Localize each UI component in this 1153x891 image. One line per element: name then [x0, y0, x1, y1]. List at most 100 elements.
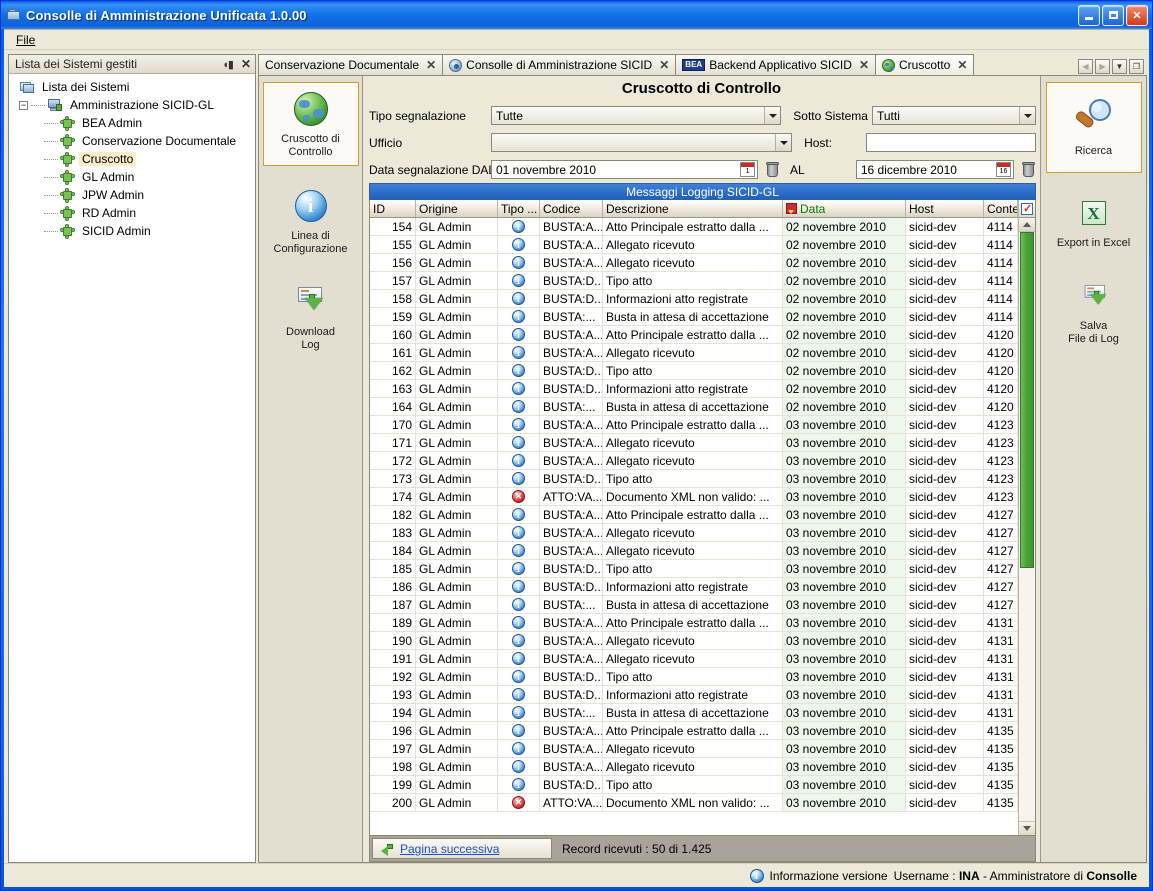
chevron-down-icon[interactable]: [775, 134, 792, 151]
tab-close-icon[interactable]: ✕: [659, 58, 669, 72]
grid-header-origine[interactable]: Origine: [416, 200, 498, 217]
tab-next-button[interactable]: ▶: [1095, 59, 1110, 74]
table-row[interactable]: 171 GL Admin i BUSTA:A... Allegato ricevuto 0…: [370, 434, 1018, 452]
table-row[interactable]: 187 GL Admin i BUSTA:... Busta in attesa di …: [370, 596, 1018, 614]
export-excel-button[interactable]: Export in Excel: [1046, 187, 1142, 256]
grid-header-tipo[interactable]: Tipo ...: [498, 200, 540, 217]
grid-header-host[interactable]: Host: [906, 200, 984, 217]
table-row[interactable]: 155 GL Admin i BUSTA:A... Allegato ricevuto 0…: [370, 236, 1018, 254]
grid-vertical-scrollbar[interactable]: [1018, 200, 1035, 835]
ricerca-button[interactable]: Ricerca: [1045, 82, 1142, 173]
expander-icon[interactable]: −: [19, 100, 28, 110]
auto-hide-pin-icon[interactable]: ◖▮: [222, 58, 234, 71]
table-row[interactable]: 161 GL Admin i BUSTA:A... Allegato ricevuto 0…: [370, 344, 1018, 362]
table-row[interactable]: 189 GL Admin i BUSTA:A... Atto Principale es…: [370, 614, 1018, 632]
tab-list-button[interactable]: ▼: [1112, 59, 1127, 74]
table-row[interactable]: 184 GL Admin i BUSTA:A... Allegato ricevuto 0…: [370, 542, 1018, 560]
data-dal-input[interactable]: 01 novembre 2010 1: [491, 160, 759, 179]
grid-header-data[interactable]: Data: [783, 200, 906, 217]
tree-item-sicid-admin[interactable]: SICID Admin: [13, 222, 255, 240]
table-cell-id: 173: [370, 470, 416, 487]
scroll-down-button[interactable]: [1019, 821, 1035, 835]
table-row[interactable]: 194 GL Admin i BUSTA:... Busta in attesa di …: [370, 704, 1018, 722]
tree-node-group[interactable]: − Amministrazione SICID-GL: [13, 96, 255, 114]
table-row[interactable]: 197 GL Admin i BUSTA:A... Allegato ricevuto 0…: [370, 740, 1018, 758]
tab-conservazione-documentale[interactable]: Conservazione Documentale ✕: [258, 54, 444, 75]
table-row[interactable]: 158 GL Admin i BUSTA:D... Informazioni atto …: [370, 290, 1018, 308]
chevron-down-icon[interactable]: [764, 107, 781, 124]
table-row[interactable]: 190 GL Admin i BUSTA:A... Allegato ricevuto 0…: [370, 632, 1018, 650]
grid-header-contesto[interactable]: Contesto: [984, 200, 1018, 217]
info-icon[interactable]: i: [749, 868, 764, 883]
tab-consolle-amministrazione-sicid[interactable]: Consolle di Amministrazione SICID ✕: [442, 54, 677, 75]
tree-item-bea-admin[interactable]: BEA Admin: [13, 114, 255, 132]
tree-item-conservazione-documentale[interactable]: Conservazione Documentale: [13, 132, 255, 150]
table-row[interactable]: 156 GL Admin i BUSTA:A... Allegato ricevuto 0…: [370, 254, 1018, 272]
table-row[interactable]: 160 GL Admin i BUSTA:A... Atto Principale es…: [370, 326, 1018, 344]
chevron-down-icon[interactable]: [1019, 107, 1035, 124]
grid-header-id[interactable]: ID: [370, 200, 416, 217]
tab-backend-applicativo-sicid[interactable]: BEA Backend Applicativo SICID ✕: [675, 54, 876, 75]
tab-restore-button[interactable]: ❐: [1129, 59, 1144, 74]
minimize-button[interactable]: [1078, 4, 1100, 26]
tipo-segnalazione-select[interactable]: Tutte: [491, 106, 782, 125]
calendar-icon[interactable]: 1: [740, 162, 756, 177]
column-chooser-icon[interactable]: [1019, 200, 1035, 218]
salva-file-log-button[interactable]: Salva File di Log: [1046, 270, 1142, 352]
sidebar-item-linea-di-configurazione[interactable]: i Linea di Configurazione: [263, 180, 359, 262]
sotto-sistema-select[interactable]: Tutti: [871, 106, 1036, 125]
ufficio-select[interactable]: [491, 133, 793, 152]
version-info-label[interactable]: Informazione versione: [770, 869, 888, 883]
tree-item-rd-admin[interactable]: RD Admin: [13, 204, 255, 222]
table-row[interactable]: 199 GL Admin i BUSTA:D... Tipo atto 03 novemb…: [370, 776, 1018, 794]
tree-item-gl-admin[interactable]: GL Admin: [13, 168, 255, 186]
tab-prev-button[interactable]: ◀: [1078, 59, 1093, 74]
maximize-button[interactable]: [1102, 4, 1124, 26]
tree-node-root[interactable]: Lista dei Sistemi: [13, 78, 255, 96]
next-page-button[interactable]: Pagina successiva: [372, 838, 552, 859]
tab-close-icon[interactable]: ✕: [426, 58, 436, 72]
sidebar-item-cruscotto-di-controllo[interactable]: Cruscotto di Controllo: [262, 82, 359, 166]
table-row[interactable]: 191 GL Admin i BUSTA:A... Allegato ricevuto 0…: [370, 650, 1018, 668]
data-al-input[interactable]: 16 dicembre 2010 16: [855, 160, 1014, 179]
table-row[interactable]: 154 GL Admin i BUSTA:A... Atto Principale es…: [370, 218, 1018, 236]
table-row[interactable]: 164 GL Admin i BUSTA:... Busta in attesa di …: [370, 398, 1018, 416]
table-row[interactable]: 172 GL Admin i BUSTA:A... Allegato ricevuto 0…: [370, 452, 1018, 470]
clear-data-dal-icon[interactable]: [765, 161, 780, 178]
table-row[interactable]: 159 GL Admin i BUSTA:... Busta in attesa di …: [370, 308, 1018, 326]
tree-item-cruscotto[interactable]: Cruscotto: [13, 150, 255, 168]
table-row[interactable]: 196 GL Admin i BUSTA:A... Atto Principale es…: [370, 722, 1018, 740]
menu-item-file[interactable]: File: [12, 32, 39, 48]
table-row[interactable]: 173 GL Admin i BUSTA:D... Tipo atto 03 novemb…: [370, 470, 1018, 488]
table-row[interactable]: 186 GL Admin i BUSTA:D... Informazioni atto …: [370, 578, 1018, 596]
tab-close-icon[interactable]: ✕: [859, 58, 869, 72]
scroll-thumb[interactable]: [1020, 232, 1034, 568]
close-icon[interactable]: ✕: [241, 57, 251, 71]
host-input[interactable]: [865, 133, 1037, 152]
calendar-icon[interactable]: 16: [995, 162, 1011, 177]
tree-item-jpw-admin[interactable]: JPW Admin: [13, 186, 255, 204]
table-row[interactable]: 162 GL Admin i BUSTA:D... Tipo atto 02 novemb…: [370, 362, 1018, 380]
table-row[interactable]: 174 GL Admin ✕ ATTO:VA... Documento XML non …: [370, 488, 1018, 506]
table-row[interactable]: 192 GL Admin i BUSTA:D... Tipo atto 03 novemb…: [370, 668, 1018, 686]
tab-close-icon[interactable]: ✕: [957, 58, 967, 72]
sidebar-item-download-log[interactable]: Download Log: [263, 276, 359, 358]
table-cell-host: sicid-dev: [906, 470, 984, 487]
table-row[interactable]: 170 GL Admin i BUSTA:A... Atto Principale es…: [370, 416, 1018, 434]
table-row[interactable]: 185 GL Admin i BUSTA:D... Tipo atto 03 novemb…: [370, 560, 1018, 578]
close-button[interactable]: ✕: [1126, 4, 1148, 26]
grid-header-codice[interactable]: Codice: [540, 200, 603, 217]
grid-header-descrizione[interactable]: Descrizione: [603, 200, 783, 217]
scroll-track[interactable]: [1019, 232, 1035, 821]
table-row[interactable]: 182 GL Admin i BUSTA:A... Atto Principale es…: [370, 506, 1018, 524]
table-row[interactable]: 183 GL Admin i BUSTA:A... Allegato ricevuto 0…: [370, 524, 1018, 542]
table-row[interactable]: 193 GL Admin i BUSTA:D... Informazioni atto …: [370, 686, 1018, 704]
table-row[interactable]: 198 GL Admin i BUSTA:A... Allegato ricevuto 0…: [370, 758, 1018, 776]
scroll-up-button[interactable]: [1019, 218, 1035, 232]
table-row[interactable]: 157 GL Admin i BUSTA:D... Tipo atto 02 novemb…: [370, 272, 1018, 290]
clear-data-al-icon[interactable]: [1021, 161, 1036, 178]
table-row[interactable]: 200 GL Admin ✕ ATTO:VA... Documento XML non …: [370, 794, 1018, 812]
table-row[interactable]: 163 GL Admin i BUSTA:D... Informazioni atto …: [370, 380, 1018, 398]
grid-body[interactable]: 154 GL Admin i BUSTA:A... Atto Principale es…: [370, 218, 1018, 835]
tab-cruscotto[interactable]: Cruscotto ✕: [875, 54, 975, 75]
